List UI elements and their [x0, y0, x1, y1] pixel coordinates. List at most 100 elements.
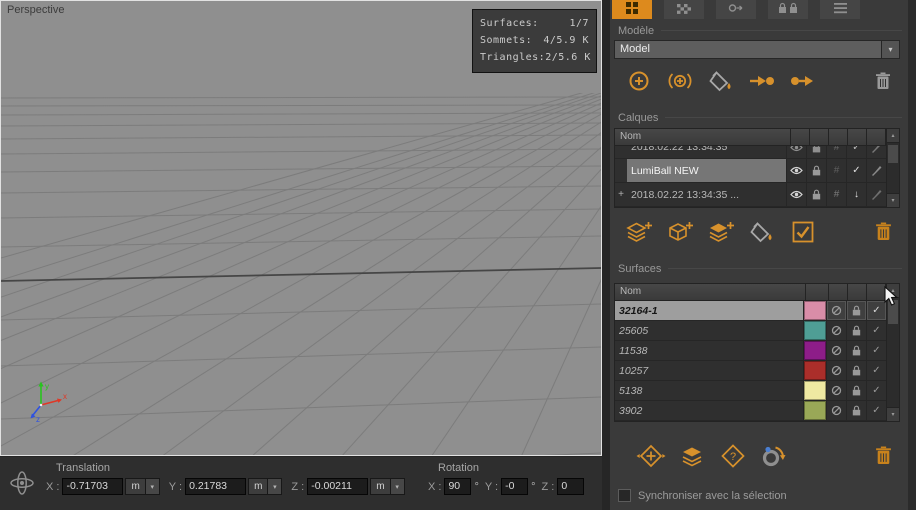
transform-gizmo-icon[interactable] [7, 468, 37, 498]
lock-icon[interactable] [846, 341, 866, 360]
check-icon[interactable]: ✓ [866, 321, 886, 340]
lock-icon[interactable] [846, 321, 866, 340]
lock-icon[interactable] [846, 381, 866, 400]
add-surface-button[interactable] [630, 439, 671, 475]
surface-row[interactable]: 10257 ✓ [615, 361, 886, 381]
surface-layers-button[interactable] [671, 439, 712, 475]
delete-surface-button[interactable] [868, 439, 898, 475]
layer-row-partial[interactable]: 2018.02.22 13:34:35 # ✓ [615, 146, 886, 159]
paint-model-button[interactable] [700, 64, 741, 100]
column-header-lock[interactable] [848, 284, 867, 300]
column-header-lock[interactable] [810, 129, 829, 145]
translation-z-unit-dropdown[interactable]: m ▾ [370, 478, 404, 495]
check-icon[interactable]: ✓ [866, 301, 886, 320]
surface-row[interactable]: 11538 ✓ [615, 341, 886, 361]
check-icon[interactable]: ✓ [866, 381, 886, 400]
layer-name[interactable]: 2018.02.22 13:34:35 [627, 146, 786, 158]
column-header-grid[interactable] [829, 129, 848, 145]
expander-plus-icon[interactable]: + [615, 183, 627, 206]
layer-row[interactable]: + 2018.02.22 13:34:35 ... # ↓ [615, 183, 886, 207]
scroll-down-icon[interactable]: ▾ [887, 407, 899, 421]
tab-locks[interactable] [768, 0, 808, 19]
lock-icon[interactable] [806, 159, 826, 182]
layer-row-selected[interactable]: LumiBall NEW # ✓ [615, 159, 886, 183]
translation-x-input[interactable]: -0.71703 [62, 478, 123, 495]
add-model-button[interactable] [618, 64, 659, 100]
tab-materials[interactable] [664, 0, 704, 19]
paint-layer-button[interactable] [741, 215, 782, 251]
scroll-down-icon[interactable]: ▾ [887, 193, 899, 207]
arrow-down-icon[interactable]: ↓ [846, 183, 866, 206]
scroll-up-icon[interactable]: ▴ [887, 129, 899, 143]
translation-z-input[interactable]: -0.00211 [307, 478, 368, 495]
import-model-button[interactable] [741, 64, 782, 100]
surface-row[interactable]: 32164-1 ✓ [615, 301, 886, 321]
column-header-name[interactable]: Nom [615, 129, 791, 145]
eye-icon[interactable] [786, 146, 806, 158]
3d-viewport[interactable]: Perspective Surfaces:1/7 Sommets:4/5.9 K… [0, 0, 602, 456]
validate-layer-button[interactable] [782, 215, 823, 251]
translation-x-unit-dropdown[interactable]: m ▾ [125, 478, 159, 495]
surface-name[interactable]: 10257 [615, 361, 803, 380]
surface-name[interactable]: 32164-1 [615, 301, 803, 320]
column-header-paint[interactable] [867, 129, 886, 145]
hash-icon[interactable]: # [826, 183, 846, 206]
duplicate-model-button[interactable] [659, 64, 700, 100]
model-dropdown[interactable]: Model ▾ [614, 40, 900, 59]
chevron-down-icon[interactable]: ▾ [390, 479, 404, 494]
color-swatch[interactable] [803, 401, 826, 420]
lock-icon[interactable] [806, 183, 826, 206]
color-swatch[interactable] [803, 361, 826, 380]
rotation-y-input[interactable]: -0 [501, 478, 528, 495]
surface-row[interactable]: 5138 ✓ [615, 381, 886, 401]
eye-icon[interactable] [786, 159, 806, 182]
surface-row[interactable]: 25605 ✓ [615, 321, 886, 341]
delete-layer-button[interactable] [868, 215, 898, 251]
add-layer-button[interactable] [618, 215, 659, 251]
color-swatch[interactable] [803, 301, 826, 320]
layer-name[interactable]: LumiBall NEW [627, 159, 786, 182]
translation-y-input[interactable]: 0.21783 [185, 478, 246, 495]
visibility-off-icon[interactable] [826, 321, 846, 340]
visibility-off-icon[interactable] [826, 341, 846, 360]
scrollbar-thumb[interactable] [888, 145, 898, 163]
surface-name[interactable]: 11538 [615, 341, 803, 360]
chevron-down-icon[interactable]: ▾ [145, 479, 159, 494]
tab-menu[interactable] [820, 0, 860, 19]
surface-material-sync-button[interactable] [753, 439, 794, 475]
column-header-visibility[interactable] [791, 129, 810, 145]
visibility-off-icon[interactable] [826, 401, 846, 420]
translation-y-unit-dropdown[interactable]: m ▾ [248, 478, 282, 495]
eye-icon[interactable] [786, 183, 806, 206]
check-icon[interactable]: ✓ [866, 361, 886, 380]
check-icon[interactable]: ✓ [866, 401, 886, 420]
brush-icon[interactable] [866, 159, 886, 182]
layer-name[interactable]: 2018.02.22 13:34:35 ... [627, 183, 786, 206]
column-header-visibility[interactable] [829, 284, 848, 300]
brush-icon[interactable] [866, 183, 886, 206]
rotation-x-input[interactable]: 90 [444, 478, 471, 495]
tab-connections[interactable] [716, 0, 756, 19]
color-swatch[interactable] [803, 341, 826, 360]
layers-scrollbar[interactable]: ▴ ▾ [886, 129, 899, 207]
surface-info-button[interactable]: ? [712, 439, 753, 475]
tab-model[interactable] [612, 0, 652, 19]
surface-name[interactable]: 3902 [615, 401, 803, 420]
duplicate-layer-button[interactable] [700, 215, 741, 251]
surface-name[interactable]: 5138 [615, 381, 803, 400]
lock-icon[interactable] [846, 361, 866, 380]
surface-row[interactable]: 3902 ✓ [615, 401, 886, 421]
delete-model-button[interactable] [868, 64, 898, 100]
brush-icon[interactable] [866, 146, 886, 158]
column-header-color[interactable] [806, 284, 829, 300]
color-swatch[interactable] [803, 321, 826, 340]
visibility-off-icon[interactable] [826, 361, 846, 380]
check-icon[interactable]: ✓ [846, 159, 866, 182]
chevron-down-icon[interactable]: ▾ [267, 479, 281, 494]
add-geometry-layer-button[interactable] [659, 215, 700, 251]
lock-icon[interactable] [846, 301, 866, 320]
surface-name[interactable]: 25605 [615, 321, 803, 340]
lock-icon[interactable] [846, 401, 866, 420]
export-model-button[interactable] [782, 64, 823, 100]
hash-icon[interactable]: # [826, 146, 846, 158]
